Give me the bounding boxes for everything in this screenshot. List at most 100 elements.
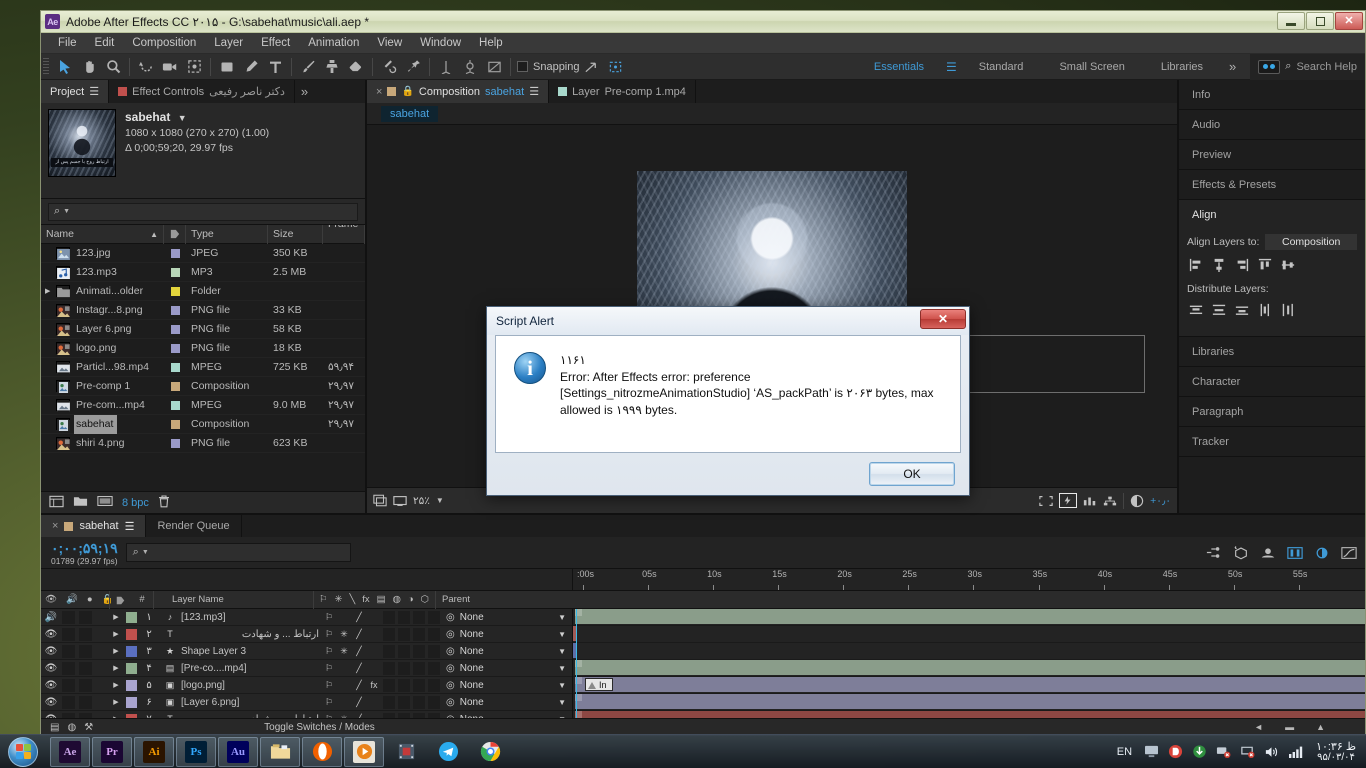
layer-label-color[interactable] <box>123 711 139 718</box>
parent-select[interactable]: None ▼ <box>460 646 572 657</box>
eye-icon[interactable]: 👁 <box>44 645 58 658</box>
layer-disclosure-icon[interactable]: ▶ <box>109 677 123 694</box>
project-search-input[interactable]: ⌕ ▼ <box>48 202 358 221</box>
layer-parent-cell[interactable]: ◎ None ▼ <box>441 643 572 660</box>
layer-parent-cell[interactable]: ◎ None ▼ <box>441 677 572 694</box>
file-label-color-cell[interactable] <box>164 377 186 396</box>
solo-toggle[interactable] <box>62 661 75 675</box>
panel-effects-presets[interactable]: Effects & Presets <box>1179 170 1365 200</box>
adjustment-toggle[interactable] <box>413 695 425 709</box>
layer-duration-bar[interactable] <box>575 711 1365 718</box>
layer-av-switches[interactable]: 👁 <box>41 626 109 643</box>
file-label-color-cell[interactable] <box>164 339 186 358</box>
lock-toggle[interactable] <box>79 610 92 624</box>
file-label-color-cell[interactable] <box>164 434 186 453</box>
draft-3d-icon[interactable] <box>1233 545 1249 560</box>
shy-toggle[interactable]: ⚐ <box>323 662 335 675</box>
motion-blur-toggle[interactable] <box>398 678 410 692</box>
layer-parent-cell[interactable]: ◎ None ▼ <box>441 660 572 677</box>
layer-switches[interactable]: ⚐ ╱ <box>319 609 441 626</box>
lock-toggle[interactable] <box>79 644 92 658</box>
adjustment-toggle[interactable] <box>413 627 425 641</box>
layer-name-cell[interactable]: ▣ [Layer 6.png] <box>159 694 319 711</box>
layer-switches[interactable]: ⚐ ╱ fx <box>319 677 441 694</box>
workspace-libraries[interactable]: Libraries <box>1143 54 1221 80</box>
layer-parent-cell[interactable]: ◎ None ▼ <box>441 626 572 643</box>
effects-toggle[interactable] <box>368 696 380 709</box>
layer-disclosure-icon[interactable]: ▶ <box>109 711 123 718</box>
distribute-left-icon[interactable] <box>1258 303 1272 322</box>
speaker-icon[interactable]: 🔊 <box>44 611 58 624</box>
project-file-row[interactable]: Particl...98.mp4 MPEG 725 KB ۵۹٫۹۴ <box>41 358 365 377</box>
file-label-color-cell[interactable] <box>164 244 186 263</box>
layer-switches[interactable]: ⚐✳╱ <box>319 643 441 660</box>
adjustment-toggle[interactable] <box>413 678 425 692</box>
network-error-icon[interactable] <box>1215 743 1232 760</box>
quality-toggle[interactable]: ╱ <box>353 696 365 709</box>
timeline-layer-row[interactable]: 👁 ▶ ۳ ★ Shape Layer 3 ⚐ ✳ ╱ ◎ None ▼ <box>41 643 572 660</box>
close-button[interactable]: ✕ <box>1335 12 1363 30</box>
parent-pickwhip-icon[interactable]: ◎ <box>446 629 455 640</box>
timeline-graph-column[interactable]: In <box>573 609 1365 718</box>
menu-window[interactable]: Window <box>411 33 470 54</box>
menu-view[interactable]: View <box>368 33 411 54</box>
timeline-track-row[interactable] <box>573 694 1365 711</box>
workspace-essentials[interactable]: Essentials <box>856 54 942 80</box>
panel-audio[interactable]: Audio <box>1179 110 1365 140</box>
dialog-close-button[interactable]: ✕ <box>920 309 966 329</box>
current-time-display[interactable]: ۰;۰۰;۵۹;۱۹ 01789 (29.97 fps) <box>41 540 126 566</box>
solo-toggle[interactable] <box>62 627 75 641</box>
frame-blend-toggle[interactable] <box>383 627 395 641</box>
timeline-layer-row[interactable]: 👁 ▶ ۶ ▣ [Layer 6.png] ⚐ ╱ ◎ None ▼ <box>41 694 572 711</box>
parent-select[interactable]: None ▼ <box>460 663 572 674</box>
adjustment-toggle[interactable] <box>413 644 425 658</box>
zoom-tool[interactable] <box>101 55 125 79</box>
taskbar-item-audition[interactable]: Au <box>218 736 258 767</box>
project-panel-menu-icon[interactable]: ☰ <box>89 85 99 98</box>
search-help-input[interactable]: Search Help <box>1296 61 1357 73</box>
parent-pickwhip-icon[interactable]: ◎ <box>446 663 455 674</box>
file-label-color-cell[interactable] <box>164 282 186 301</box>
distribute-vertical-center-icon[interactable] <box>1212 303 1226 322</box>
timeline-layer-row[interactable]: 👁 ▶ ۵ ▣ [logo.png] ⚐ ╱ fx ◎ None ▼ <box>41 677 572 694</box>
timeline-track-row[interactable] <box>573 643 1365 660</box>
clone-stamp-tool[interactable] <box>320 55 344 79</box>
solo-toggle[interactable] <box>62 695 75 709</box>
toolbar-grip[interactable] <box>43 57 49 76</box>
taskbar-item-opera-browser[interactable] <box>302 736 342 767</box>
project-file-row[interactable]: ▶ Animati...older Folder <box>41 282 365 301</box>
layer-switches[interactable]: ⚐✳╱ <box>319 711 441 718</box>
timeline-track-row[interactable] <box>573 609 1365 626</box>
file-name-cell[interactable]: Pre-comp 1 <box>41 377 164 396</box>
volume-icon[interactable] <box>1263 743 1280 760</box>
three-d-toggle[interactable] <box>428 661 440 675</box>
taskbar-clock[interactable]: ۱۰:۳۶ ظ ۹۵/۰۳/۰۴ <box>1311 740 1360 763</box>
layer-av-switches[interactable]: 🔊 <box>41 609 109 626</box>
menu-file[interactable]: File <box>49 33 86 54</box>
file-name-cell[interactable]: sabehat <box>41 414 164 434</box>
taskbar-item-google-chrome[interactable] <box>470 737 510 767</box>
project-file-row[interactable]: Instagr...8.png PNG file 33 KB <box>41 301 365 320</box>
effects-toggle[interactable] <box>368 611 380 624</box>
timeline-track-row[interactable] <box>573 677 1365 694</box>
tab-composition-sabehat[interactable]: × 🔒 Composition sabehat ☰ <box>367 80 550 103</box>
expand-collapse-icon[interactable]: ▤ <box>50 722 59 733</box>
solo-toggle[interactable] <box>62 610 75 624</box>
tab-layer-precomp[interactable]: Layer Pre-comp 1.mp4 <box>549 80 696 103</box>
layer-name-cell[interactable]: Tارتباط ... و شهادت <box>159 711 319 719</box>
three-d-toggle[interactable] <box>428 644 440 658</box>
project-file-list[interactable]: 123.jpg JPEG 350 KB 123.mp3 MP3 2.5 MB ▶ Animat… <box>41 244 365 491</box>
timeline-track-row[interactable] <box>573 711 1365 718</box>
delete-icon[interactable] <box>158 494 170 511</box>
taskbar-item-file-explorer[interactable] <box>260 736 300 767</box>
timeline-icon[interactable] <box>1083 495 1097 507</box>
project-file-row[interactable]: 123.mp3 MP3 2.5 MB <box>41 263 365 282</box>
file-name-cell[interactable]: Particl...98.mp4 <box>41 358 164 377</box>
effects-toggle[interactable] <box>368 628 380 641</box>
zoom-out-timeline-icon[interactable]: ▬ <box>1285 722 1294 732</box>
tab-project[interactable]: Project ☰ <box>41 80 110 103</box>
exposure-value[interactable]: +۰٫۰ <box>1150 495 1171 507</box>
lock-toggle[interactable] <box>79 678 92 692</box>
brush-tool[interactable] <box>296 55 320 79</box>
parent-select[interactable]: None ▼ <box>460 697 572 708</box>
